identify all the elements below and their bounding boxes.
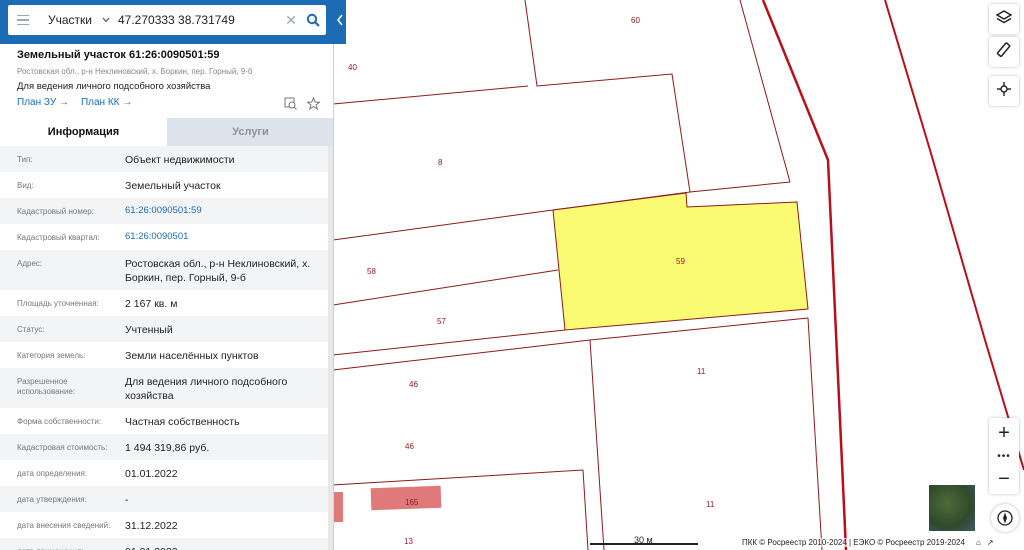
cadastral-quarter-link[interactable]: 61:26:0090501 xyxy=(125,224,328,244)
info-panel: Земельный участок 61:26:0090501:59 Росто… xyxy=(0,0,334,550)
list-item: Разрешенное использование: Для ведения ли… xyxy=(0,368,328,408)
ruler-icon xyxy=(996,41,1012,63)
layers-icon xyxy=(995,9,1013,30)
copyright-text: ПКК © Росреестр 2010-2024 | ЕЭКО © Росре… xyxy=(742,538,965,547)
plan-kk-link[interactable]: План КК → xyxy=(81,97,132,108)
list-item: Адрес: Ростовская обл., р-н Неклиновский,… xyxy=(0,250,328,290)
object-purpose: Для ведения личного подсобного хозяйства xyxy=(17,81,211,92)
parcel-label: 13 xyxy=(404,537,413,546)
row-value: Учтенный xyxy=(125,324,173,336)
row-label: дата утверждения: xyxy=(17,495,87,504)
row-label: Площадь уточненная: xyxy=(17,299,99,308)
attribute-list: Тип: Объект недвижимости Вид: Земельный уч… xyxy=(0,146,328,550)
crosshair-icon xyxy=(997,81,1011,101)
row-value: Земли населённых пунктов xyxy=(125,350,259,362)
building xyxy=(333,492,343,522)
row-label: дата применения: xyxy=(17,538,125,550)
basemap-switcher[interactable] xyxy=(928,484,976,532)
parcel-label: 165 xyxy=(405,498,419,507)
search-icon[interactable] xyxy=(300,5,326,35)
layers-button[interactable] xyxy=(989,4,1019,34)
compass-icon[interactable] xyxy=(991,504,1019,532)
row-label: Форма собственности: xyxy=(17,417,102,426)
row-label: Разрешенное использование: xyxy=(17,377,76,397)
parcel-label: 60 xyxy=(631,16,640,25)
row-value: Ростовская обл., р-н Неклиновский, х. Бо… xyxy=(125,258,311,285)
row-label: Тип: xyxy=(17,155,33,164)
list-item: Кадастровый номер: 61:26:0090501:59 xyxy=(0,198,328,224)
list-item: Форма собственности: Частная собственност… xyxy=(0,408,328,434)
parcel-label: 40 xyxy=(348,63,357,72)
close-icon[interactable]: ✕ xyxy=(282,12,300,29)
search-type-select[interactable]: Участки xyxy=(38,13,100,27)
row-label: Вид: xyxy=(17,181,34,190)
parcel-label: 57 xyxy=(437,317,446,326)
row-value: 31.12.2022 xyxy=(125,520,178,532)
row-label: Кадастровый квартал: xyxy=(17,233,100,242)
collapse-arrow-icon[interactable] xyxy=(334,8,346,32)
row-value: - xyxy=(125,494,129,506)
parcel-label: 46 xyxy=(409,380,418,389)
parcel-label: 8 xyxy=(438,158,443,167)
panel-scrollbar[interactable] xyxy=(328,146,333,550)
list-item: Вид: Земельный участок xyxy=(0,172,328,198)
bottom-icons: ⌂ ↗ xyxy=(976,538,994,547)
list-item: дата внесения сведений: 31.12.2022 xyxy=(0,512,328,538)
row-value: 1 494 319,86 руб. xyxy=(125,442,210,454)
row-value: Для ведения личного подсобного хозяйства xyxy=(125,376,288,403)
list-item: дата определения: 01.01.2022 xyxy=(0,460,328,486)
cadastral-number-link[interactable]: 61:26:0090501:59 xyxy=(125,198,328,218)
row-label: Статус: xyxy=(17,325,45,334)
locate-button[interactable] xyxy=(989,76,1019,106)
object-address: Ростовская обл., р-н Неклиновский, х. Бо… xyxy=(17,67,253,76)
row-label: Адрес: xyxy=(17,259,43,268)
row-label: Категория земель: xyxy=(17,351,86,360)
list-item: Тип: Объект недвижимости xyxy=(0,146,328,172)
share-icon[interactable]: ↗ xyxy=(987,538,994,547)
list-item: Статус: Учтенный xyxy=(0,316,328,342)
row-label: Кадастровая стоимость: xyxy=(17,443,108,452)
row-label: дата внесения сведений: xyxy=(17,521,111,530)
zoom-control: + ••• − xyxy=(989,418,1019,494)
row-value: 01.01.2022 xyxy=(125,468,178,480)
zoom-out-button[interactable]: − xyxy=(989,464,1019,494)
list-item: Кадастровый квартал: 61:26:0090501 xyxy=(0,224,328,250)
map-plan-icon[interactable] xyxy=(284,97,297,115)
object-header: Земельный участок 61:26:0090501:59 Росто… xyxy=(0,44,333,118)
list-item: Категория земель: Земли населённых пункто… xyxy=(0,342,328,368)
list-item: Площадь уточненная: 2 167 кв. м xyxy=(0,290,328,316)
row-value: 01.01.2023 xyxy=(125,538,328,550)
tab-info[interactable]: Информация xyxy=(0,118,167,146)
search-bar: Участки 47.270333 38.731749 ✕ xyxy=(0,0,346,44)
search-input[interactable]: 47.270333 38.731749 xyxy=(112,13,282,27)
star-icon[interactable] xyxy=(306,96,321,115)
search-box: Участки 47.270333 38.731749 ✕ xyxy=(8,5,326,35)
parcel-label: 59 xyxy=(676,257,685,266)
measure-button[interactable] xyxy=(989,37,1019,67)
chevron-down-icon[interactable] xyxy=(100,14,112,26)
parcel-label: 11 xyxy=(706,500,715,509)
more-dots-icon[interactable]: ••• xyxy=(989,448,1019,464)
tab-services[interactable]: Услуги xyxy=(167,118,333,146)
scale-bar: 30 м xyxy=(590,535,698,547)
menu-icon[interactable] xyxy=(8,5,38,35)
row-value: 2 167 кв. м xyxy=(125,298,178,310)
list-item: дата применения:01.01.2023 xyxy=(0,538,328,550)
home-icon[interactable]: ⌂ xyxy=(976,538,981,547)
list-item: Кадастровая стоимость: 1 494 319,86 руб. xyxy=(0,434,328,460)
row-value: Объект недвижимости xyxy=(125,154,235,166)
list-item: дата утверждения: - xyxy=(0,486,328,512)
object-title: Земельный участок 61:26:0090501:59 xyxy=(17,49,220,61)
parcel-label: 11 xyxy=(697,367,706,376)
parcel-label: 46 xyxy=(405,442,414,451)
parcel-label: 58 xyxy=(367,267,376,276)
row-value: Частная собственность xyxy=(125,416,240,428)
row-label: дата определения: xyxy=(17,469,88,478)
plan-zu-link[interactable]: План ЗУ → xyxy=(17,97,69,108)
row-value: Земельный участок xyxy=(125,180,221,192)
row-label: Кадастровый номер: xyxy=(17,207,94,216)
zoom-in-button[interactable]: + xyxy=(989,418,1019,448)
